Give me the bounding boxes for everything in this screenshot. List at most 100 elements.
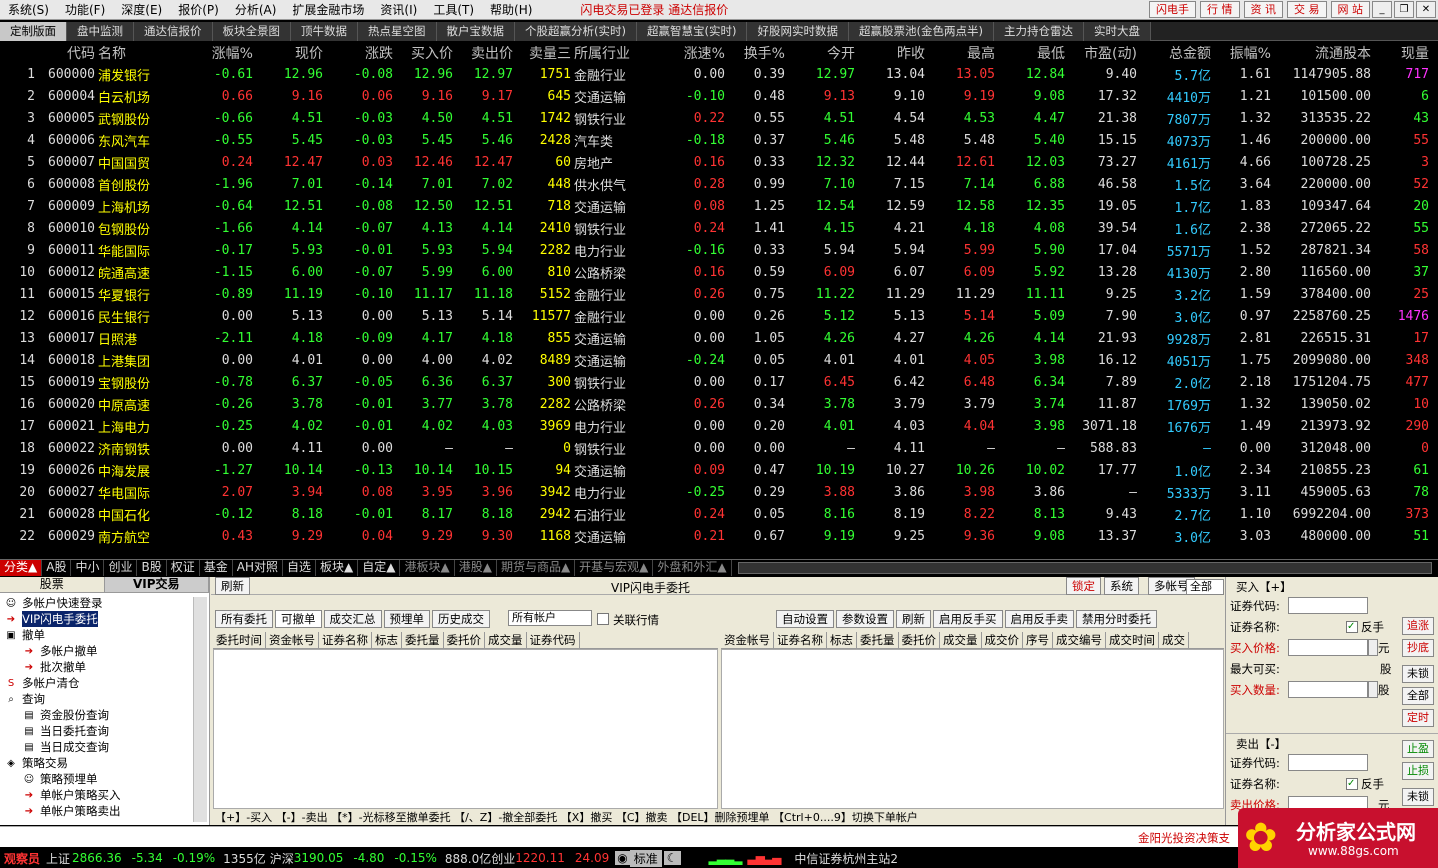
column-header-13[interactable]: 昨收 [858,42,928,63]
buy-price-stepper[interactable] [1368,639,1378,656]
tree-item-4[interactable]: ➔ 批次撤单 [0,659,209,675]
tree-item-8[interactable]: ▤ 当日委托查询 [0,723,209,739]
lock-button[interactable]: 锁定 [1066,577,1101,595]
table-row[interactable]: 8 600010 包钢股份 -1.66 4.14 -0.07 4.13 4.14 2410 钢铁行… [0,217,1432,239]
category-tab-13[interactable]: 期货与商品▲ [497,559,576,576]
mode-label[interactable]: 标准 [629,849,662,867]
filled-col-9[interactable]: 成交时间 [1106,632,1159,648]
pending-col-5[interactable]: 委托价 [444,632,485,648]
column-header-3[interactable]: 涨幅% [198,42,256,63]
column-header-11[interactable]: 换手% [728,42,788,63]
column-header-5[interactable]: 涨跌 [326,42,396,63]
category-tab-6[interactable]: 基金 [200,559,233,576]
menu-item-0[interactable]: 系统(S) [0,1,57,18]
category-tab-12[interactable]: 港股▲ [455,559,497,576]
table-row[interactable]: 4 600006 东风汽车 -0.55 5.45 -0.03 5.45 5.46 2428 汽车类… [0,129,1432,151]
top-button-3[interactable]: 交 易 [1287,1,1327,18]
tab-9[interactable]: 好股网实时数据 [747,22,849,41]
column-header-9[interactable]: 所属行业 [574,42,664,63]
table-row[interactable]: 6 600008 首创股份 -1.96 7.01 -0.14 7.01 7.02 448 供水供气… [0,173,1432,195]
setting-button-0[interactable]: 自动设置 [776,610,834,628]
table-row[interactable]: 14 600018 上港集团 0.00 4.01 0.00 4.00 4.02 8489 交通运输… [0,349,1432,371]
table-row[interactable]: 9 600011 华能国际 -0.17 5.93 -0.01 5.93 5.94 2282 电力行… [0,239,1432,261]
column-header-15[interactable]: 最低 [998,42,1068,63]
tree-item-7[interactable]: ▤ 资金股份查询 [0,707,209,723]
column-header-2[interactable]: 名称 [98,42,198,63]
pending-orders-list[interactable] [213,649,718,809]
pending-col-2[interactable]: 证券名称 [319,632,372,648]
column-header-4[interactable]: 现价 [256,42,326,63]
menu-item-4[interactable]: 分析(A) [227,1,285,18]
menu-item-8[interactable]: 帮助(H) [482,1,540,18]
category-tab-10[interactable]: 自定▲ [358,559,401,576]
tab-11[interactable]: 主力持仓雷达 [993,22,1084,41]
top-button-0[interactable]: 闪电手 [1149,1,1196,18]
tab-1[interactable]: 盘中监测 [67,22,134,41]
column-header-14[interactable]: 最高 [928,42,998,63]
tree-item-6[interactable]: ⌕ 查询 [0,691,209,707]
column-header-18[interactable]: 振幅% [1214,42,1274,63]
filled-col-4[interactable]: 委托价 [899,632,940,648]
column-header-20[interactable]: 现量 [1374,42,1432,63]
pending-col-0[interactable]: 委托时间 [213,632,266,648]
category-tab-15[interactable]: 外盘和外汇▲ [653,559,732,576]
table-row[interactable]: 10 600012 皖通高速 -1.15 6.00 -0.07 5.99 6.00 810 公路桥… [0,261,1432,283]
left-tab-1[interactable]: VIP交易 [104,577,209,592]
category-tab-11[interactable]: 港板块▲ [400,559,455,576]
tab-10[interactable]: 超赢股票池(金色两点半) [848,22,994,41]
table-row[interactable]: 13 600017 日照港 -2.11 4.18 -0.09 4.17 4.18 855 交通运输… [0,327,1432,349]
tree-item-2[interactable]: ▣ 撤单 [0,627,209,643]
category-tab-9[interactable]: 板块▲ [316,559,359,576]
table-row[interactable]: 2 600004 白云机场 0.66 9.16 0.06 9.16 9.17 645 交通运输 -0… [0,85,1432,107]
order-view-button-1[interactable]: 可撤单 [275,610,322,628]
sell-reverse-checkbox[interactable]: ✓ [1346,777,1358,790]
column-header-7[interactable]: 卖出价 [456,42,516,63]
table-row[interactable]: 22 600029 南方航空 0.43 9.29 0.04 9.29 9.30 1168 交通运输… [0,525,1432,547]
night-icon[interactable]: ☾ [663,851,681,865]
category-scrollbar[interactable] [737,561,1432,574]
category-tab-1[interactable]: A股 [42,559,72,576]
setting-button-3[interactable]: 启用反手买 [933,610,1003,628]
menu-item-7[interactable]: 工具(T) [425,1,482,18]
tree-item-10[interactable]: ◈ 策略交易 [0,755,209,771]
table-row[interactable]: 19 600026 中海发展 -1.27 10.14 -0.13 10.14 10.15 94 交… [0,459,1432,481]
tree-item-0[interactable]: ☺ 多帐户快速登录 [0,595,209,611]
top-button-4[interactable]: 网 站 [1330,1,1370,18]
filled-col-6[interactable]: 成交价 [982,632,1023,648]
system-button[interactable]: 系统 [1104,577,1139,595]
table-row[interactable]: 15 600019 宝钢股份 -0.78 6.37 -0.05 6.36 6.37 300 钢铁行… [0,371,1432,393]
table-row[interactable]: 20 600027 华电国际 2.07 3.94 0.08 3.95 3.96 3942 电力行业… [0,481,1432,503]
restore-icon[interactable]: ❐ [1394,1,1414,18]
buy-unlock-button[interactable]: 未锁 [1402,665,1434,683]
tab-5[interactable]: 热点星空图 [358,22,437,41]
table-row[interactable]: 7 600009 上海机场 -0.64 12.51 -0.08 12.50 12.51 718 交… [0,195,1432,217]
top-button-1[interactable]: 行 情 [1200,1,1240,18]
menu-item-2[interactable]: 深度(E) [113,1,170,18]
tree-scrollbar[interactable] [193,597,207,822]
tab-6[interactable]: 散户宝数据 [436,22,515,41]
tab-0[interactable]: 定制版面 [0,22,67,41]
buy-timer-button[interactable]: 定时 [1402,709,1434,727]
link-quote-checkbox[interactable] [597,613,609,625]
column-header-8[interactable]: 卖量三 [516,42,574,63]
tab-7[interactable]: 个股超赢分析(实时) [515,22,637,41]
account-select[interactable]: 全部帐户 (CTRL+0) [1186,579,1224,595]
tab-2[interactable]: 通达信报价 [134,22,213,41]
column-header-6[interactable]: 买入价 [396,42,456,63]
order-view-button-4[interactable]: 历史成交 [432,610,490,628]
pending-col-4[interactable]: 委托量 [402,632,444,648]
tab-12[interactable]: 实时大盘 [1083,22,1151,41]
sell-code-input[interactable] [1288,754,1368,771]
column-header-17[interactable]: 总金额 [1140,42,1214,63]
setting-button-1[interactable]: 参数设置 [836,610,894,628]
bottom-fish-button[interactable]: 抄底 [1402,639,1434,657]
filled-col-1[interactable]: 证券名称 [774,632,827,648]
tree-item-1[interactable]: ➔ VIP闪电手委托 [0,611,209,627]
menu-item-1[interactable]: 功能(F) [57,1,113,18]
tree-item-5[interactable]: S 多帐户清仓 [0,675,209,691]
table-row[interactable]: 3 600005 武钢股份 -0.66 4.51 -0.03 4.50 4.51 1742 钢铁行… [0,107,1432,129]
tree-item-12[interactable]: ➔ 单帐户策略买入 [0,787,209,803]
column-header-10[interactable]: 涨速% [664,42,728,63]
table-row[interactable]: 11 600015 华夏银行 -0.89 11.19 -0.10 11.17 11.18 515… [0,283,1432,305]
buy-all-button[interactable]: 全部 [1402,687,1434,705]
